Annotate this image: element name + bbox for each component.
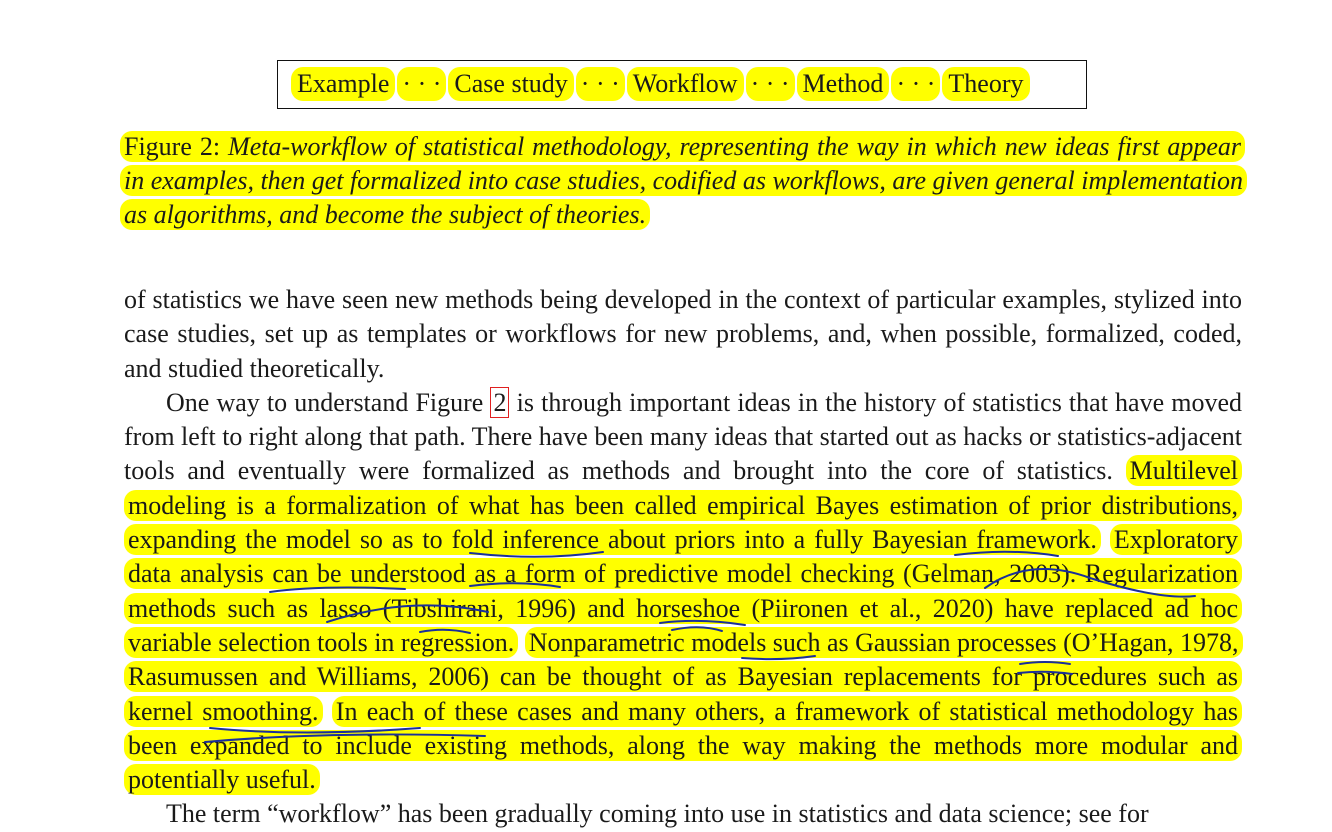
workflow-step-workflow: Workflow	[626, 67, 744, 101]
workflow-separator: · · ·	[575, 67, 625, 101]
workflow-separator: · · ·	[397, 67, 447, 101]
figure-caption: Figure 2: Meta-workflow of statistical m…	[120, 130, 1248, 232]
paragraph-2-start: One way to understand Figure	[166, 387, 484, 417]
caption-text: Meta-workflow of statistical methodology…	[124, 132, 1244, 229]
caption-label: Figure 2:	[124, 132, 221, 161]
paragraph-1: of statistics we have seen new methods b…	[124, 285, 1242, 383]
body-text: of statistics we have seen new methods b…	[124, 283, 1243, 832]
paragraph-3: The term “workflow” has been gradually c…	[166, 799, 1149, 829]
workflow-diagram: Example · · · Case study · · · Workflow …	[291, 66, 1030, 102]
workflow-separator: · · ·	[745, 67, 795, 101]
paragraph-2: One way to understand Figure 2 is throug…	[124, 386, 1243, 798]
workflow-step-theory: Theory	[942, 67, 1030, 101]
workflow-separator: · · ·	[891, 67, 941, 101]
workflow-step-example: Example	[291, 67, 396, 101]
figure-reference-link[interactable]: 2	[490, 386, 510, 418]
workflow-step-method: Method	[796, 67, 890, 101]
workflow-step-case-study: Case study	[448, 67, 574, 101]
